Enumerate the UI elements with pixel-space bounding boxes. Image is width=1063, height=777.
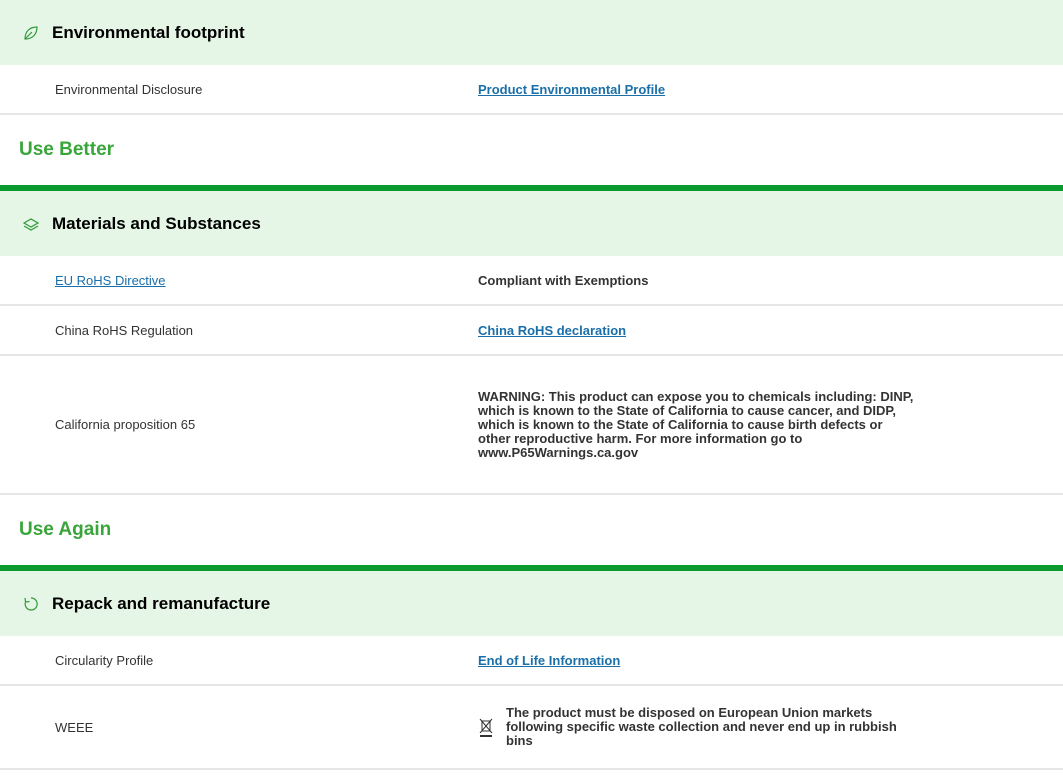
recycle-icon xyxy=(22,595,40,613)
product-environmental-profile-link[interactable]: Product Environmental Profile xyxy=(478,82,665,97)
row-eu-rohs: EU RoHS Directive Compliant with Exempti… xyxy=(0,256,1063,306)
row-value: WARNING: This product can expose you to … xyxy=(478,388,914,460)
section-title: Environmental footprint xyxy=(52,22,245,42)
row-value: The product must be disposed on European… xyxy=(478,706,948,748)
row-california-prop-65: California proposition 65 WARNING: This … xyxy=(0,356,1063,495)
row-value: Compliant with Exemptions xyxy=(478,272,649,288)
section-title: Repack and remanufacture xyxy=(52,593,271,613)
section-header-repack-remanufacture: Repack and remanufacture xyxy=(0,571,1063,636)
section-title: Materials and Substances xyxy=(52,213,261,233)
row-environmental-disclosure: Environmental Disclosure Product Environ… xyxy=(0,65,1063,115)
row-label: WEEE xyxy=(55,719,94,735)
row-label: Circularity Profile xyxy=(55,652,154,668)
row-label: EU RoHS Directive xyxy=(0,273,478,288)
row-label: Environmental Disclosure xyxy=(55,81,203,97)
group-title-use-again: Use Again xyxy=(0,495,1063,571)
row-label: China RoHS Regulation xyxy=(55,322,194,338)
row-circularity-profile: Circularity Profile End of Life Informat… xyxy=(0,636,1063,686)
section-header-environmental-footprint: Environmental footprint xyxy=(0,0,1063,65)
china-rohs-declaration-link[interactable]: China RoHS declaration xyxy=(478,323,626,338)
section-header-materials-substances: Materials and Substances xyxy=(0,191,1063,256)
eu-rohs-directive-link[interactable]: EU RoHS Directive xyxy=(55,273,166,288)
end-of-life-information-link[interactable]: End of Life Information xyxy=(478,653,620,668)
weee-text: The product must be disposed on European… xyxy=(506,705,897,748)
group-title-use-better: Use Better xyxy=(0,115,1063,191)
row-value: Product Environmental Profile xyxy=(478,82,948,97)
leaf-icon xyxy=(22,24,40,42)
row-value: End of Life Information xyxy=(478,653,948,668)
layers-icon xyxy=(22,215,40,233)
row-label: California proposition 65 xyxy=(55,417,196,432)
crossed-bin-icon xyxy=(479,718,493,737)
row-china-rohs: China RoHS Regulation China RoHS declara… xyxy=(0,306,1063,356)
row-value: China RoHS declaration xyxy=(478,323,948,338)
row-weee: WEEE The product must be disposed on Eur… xyxy=(0,686,1063,770)
